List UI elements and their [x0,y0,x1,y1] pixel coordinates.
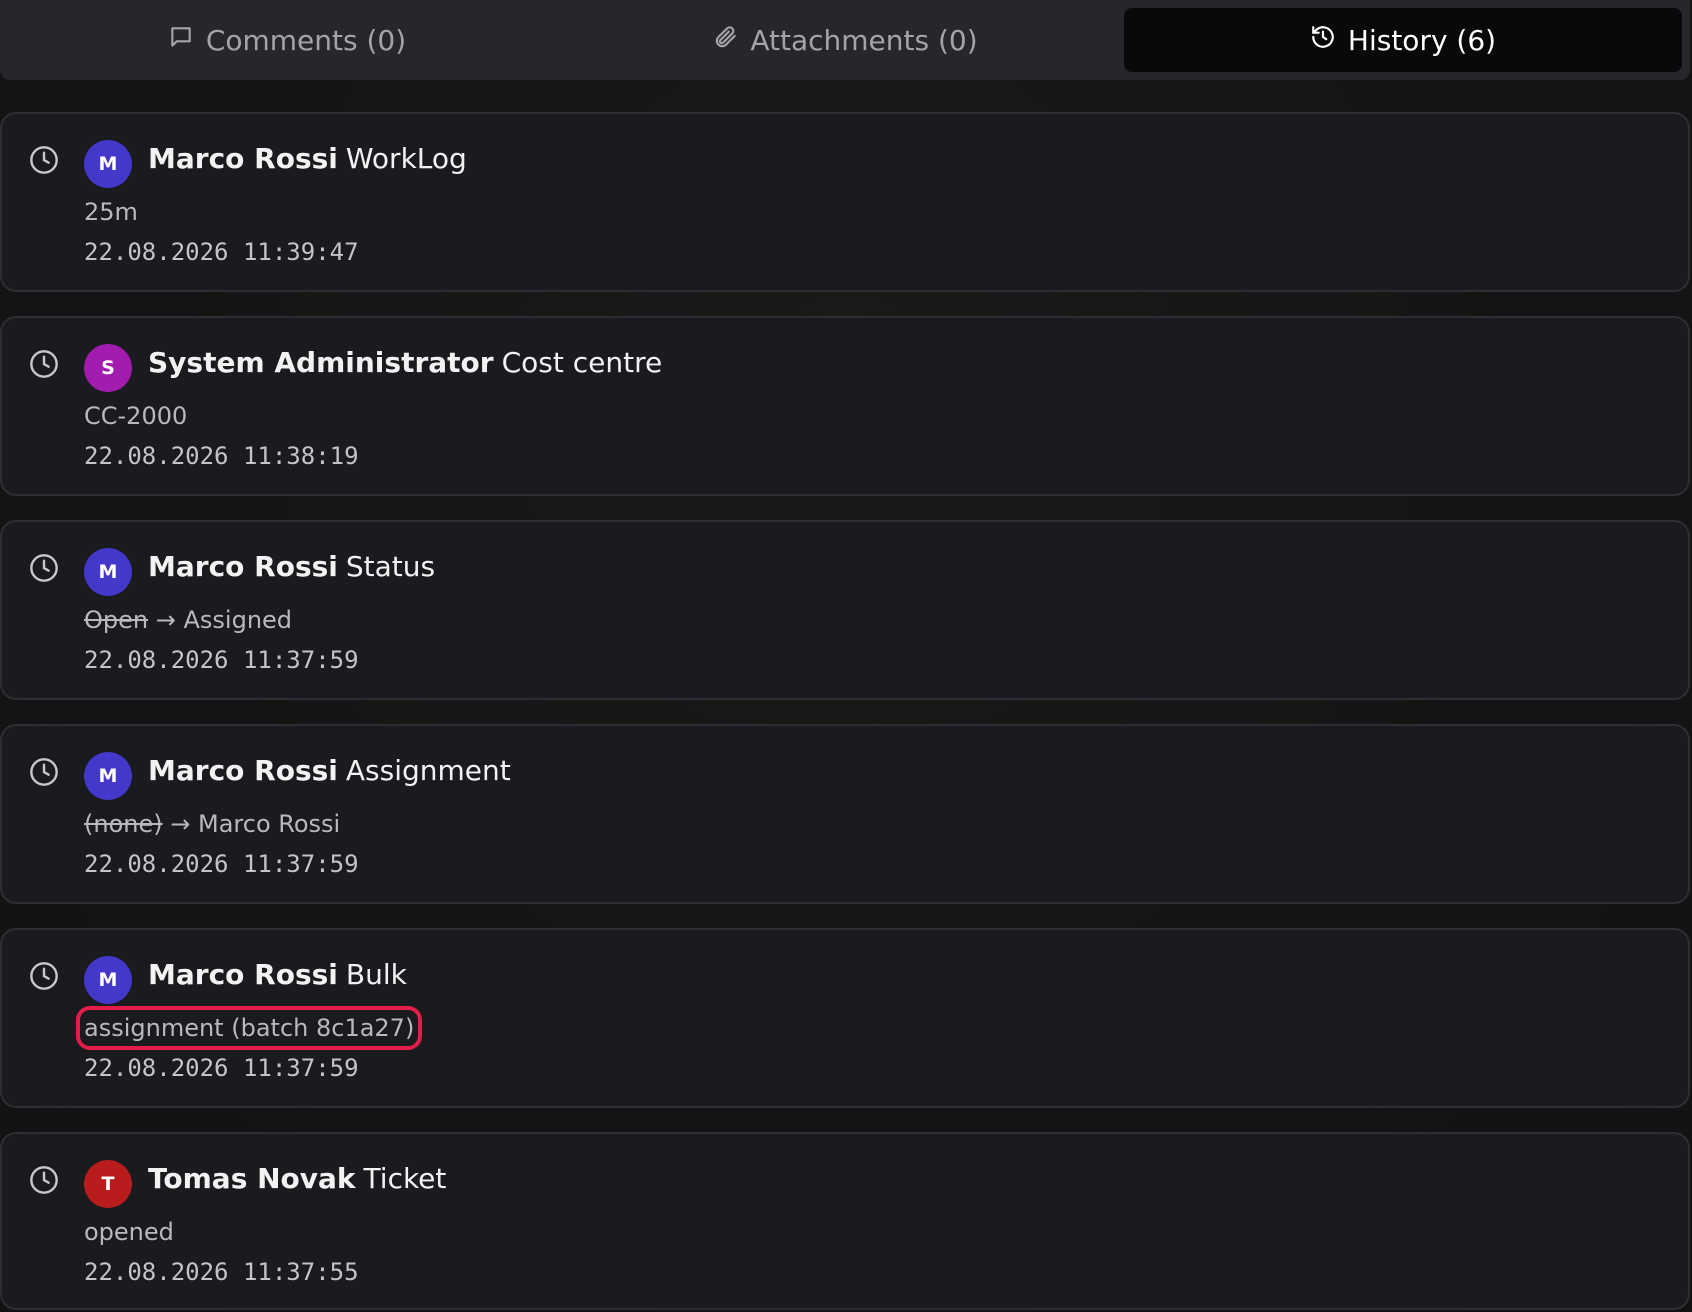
entry-headline: Tomas Novak Ticket [148,1162,446,1195]
history-entry: S System Administrator Cost centre CC-20… [0,316,1690,496]
avatar: M [84,548,132,596]
clock-icon [28,348,60,384]
entry-timestamp: 22.08.2026 11:37:55 [84,1258,359,1286]
clock-icon [28,144,60,180]
entry-field: Bulk [345,958,407,991]
history-entry: M Marco Rossi WorkLog 25m 22.08.2026 11:… [0,112,1690,292]
entry-headline: Marco Rossi Assignment [148,754,511,787]
entry-headline: Marco Rossi Status [148,550,435,583]
entry-new-value: 25m [84,198,138,226]
message-square-icon [168,24,194,57]
entry-author: Marco Rossi [148,550,338,583]
history-entry: M Marco Rossi Assignment (none) → Marco … [0,724,1690,904]
entry-author: Marco Rossi [148,142,338,175]
entry-new-value: opened [84,1218,174,1246]
entry-detail-highlighted: assignment (batch 8c1a27) [75,1006,423,1050]
avatar: M [84,752,132,800]
entry-field: Status [345,550,436,583]
history-icon [1310,24,1336,57]
avatar: M [84,956,132,1004]
entry-field: WorkLog [345,142,467,175]
entry-detail: CC-2000 [84,402,187,430]
entry-headline: Marco Rossi Bulk [148,958,407,991]
entry-author: Marco Rossi [148,958,338,991]
entry-timestamp: 22.08.2026 11:38:19 [84,442,359,470]
tab-attachments[interactable]: Attachments (0) [566,8,1124,72]
tab-bar: Comments (0) Attachments (0) History (6) [0,0,1690,80]
entry-headline: System Administrator Cost centre [148,346,662,379]
clock-icon [28,756,60,792]
entry-field: Ticket [363,1162,447,1195]
entry-timestamp: 22.08.2026 11:37:59 [84,1054,359,1082]
history-entry: M Marco Rossi Bulk assignment (batch 8c1… [0,928,1690,1108]
avatar: S [84,344,132,392]
entry-field: Cost centre [501,346,663,379]
tab-history[interactable]: History (6) [1124,8,1682,72]
entry-detail: 25m [84,198,138,226]
avatar: T [84,1160,132,1208]
history-entry: M Marco Rossi Status Open → Assigned 22.… [0,520,1690,700]
avatar: M [84,140,132,188]
arrow-icon: → [170,810,191,838]
entry-author: Tomas Novak [148,1162,356,1195]
entry-author: Marco Rossi [148,754,338,787]
entry-new-value: Marco Rossi [198,810,341,838]
entry-timestamp: 22.08.2026 11:37:59 [84,850,359,878]
clock-icon [28,1164,60,1200]
entry-detail: opened [84,1218,174,1246]
history-panel: Comments (0) Attachments (0) History (6)… [0,0,1692,1312]
entry-detail: Open → Assigned [84,606,292,634]
clock-icon [28,960,60,996]
entry-new-value: assignment (batch 8c1a27) [84,1014,415,1042]
tab-comments-label: Comments (0) [205,23,407,57]
entry-new-value: CC-2000 [84,402,188,430]
entry-timestamp: 22.08.2026 11:39:47 [84,238,359,266]
tab-history-label: History (6) [1347,23,1497,57]
history-entry: T Tomas Novak Ticket opened 22.08.2026 1… [0,1132,1690,1310]
entry-new-value: Assigned [183,606,293,634]
entry-author: System Administrator [148,346,494,379]
paperclip-icon [712,24,738,57]
history-list: M Marco Rossi WorkLog 25m 22.08.2026 11:… [0,112,1690,1310]
clock-icon [28,552,60,588]
entry-timestamp: 22.08.2026 11:37:59 [84,646,359,674]
entry-headline: Marco Rossi WorkLog [148,142,467,175]
entry-old-value: Open [84,606,149,634]
arrow-icon: → [155,606,176,634]
tab-comments[interactable]: Comments (0) [8,8,566,72]
tab-attachments-label: Attachments (0) [750,23,978,57]
entry-detail: (none) → Marco Rossi [84,810,340,838]
entry-old-value: (none) [84,810,163,838]
entry-field: Assignment [345,754,511,787]
